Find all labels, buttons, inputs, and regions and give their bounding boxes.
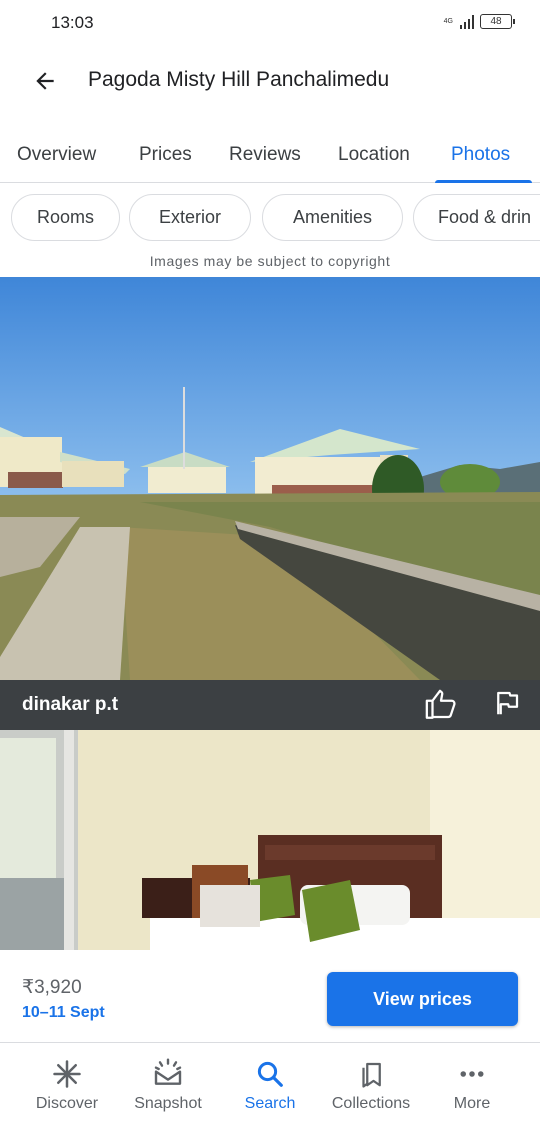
signal-icon <box>460 14 474 29</box>
chip-amenities[interactable]: Amenities <box>262 194 403 241</box>
battery-level: 48 <box>490 16 502 27</box>
exterior-photo-image <box>0 277 540 680</box>
photo-author: dinakar p.t <box>22 694 119 715</box>
chip-exterior[interactable]: Exterior <box>129 194 251 241</box>
tab-location[interactable]: Location <box>338 144 410 166</box>
more-dots-icon <box>460 1071 484 1077</box>
bookmarks-icon <box>362 1062 381 1088</box>
tab-reviews[interactable]: Reviews <box>229 144 301 166</box>
nav-snapshot[interactable]: Snapshot <box>124 1043 212 1123</box>
view-prices-button[interactable]: View prices <box>327 972 518 1026</box>
hotel-exterior-photo[interactable] <box>0 277 540 680</box>
status-icons: 4G 48 <box>443 14 515 29</box>
chip-rooms[interactable]: Rooms <box>11 194 120 241</box>
arrow-back-icon <box>36 72 54 90</box>
photo-category-chips: Rooms Exterior Amenities Food & drin <box>0 194 540 244</box>
thumb-up-icon <box>425 689 456 719</box>
back-button[interactable] <box>28 64 62 98</box>
page-title: Pagoda Misty Hill Panchalimedu <box>88 68 390 91</box>
tab-photos[interactable]: Photos <box>451 144 510 166</box>
nav-search[interactable]: Search <box>234 1043 306 1123</box>
asterisk-icon <box>53 1060 81 1088</box>
active-tab-indicator <box>435 180 532 183</box>
nav-discover-label: Discover <box>35 1095 99 1112</box>
search-icon <box>257 1061 283 1087</box>
hotel-room-photo[interactable] <box>0 730 540 950</box>
battery-icon: 48 <box>480 14 515 29</box>
photo-attribution-bar: dinakar p.t <box>0 680 540 730</box>
nav-more-label: More <box>453 1095 491 1112</box>
room-photo-image <box>0 730 540 950</box>
nav-snapshot-label: Snapshot <box>134 1095 202 1112</box>
status-bar: 13:03 4G 48 <box>0 0 540 46</box>
price-bar: ₹3,920 10–11 Sept View prices <box>0 950 540 1043</box>
chip-food-drink[interactable]: Food & drin <box>413 194 540 241</box>
nav-search-label: Search <box>244 1095 296 1112</box>
nav-more[interactable]: More <box>438 1043 506 1123</box>
flag-icon <box>497 691 519 715</box>
network-type: 4G <box>443 18 453 25</box>
like-button[interactable] <box>424 688 460 722</box>
nav-discover[interactable]: Discover <box>22 1043 112 1123</box>
bottom-navigation: Discover Snapshot Search Collections Mor… <box>0 1043 540 1123</box>
nav-collections-label: Collections <box>331 1095 411 1112</box>
tab-overview[interactable]: Overview <box>17 144 96 166</box>
snapshot-icon <box>154 1058 182 1085</box>
nightly-price: ₹3,920 <box>22 977 82 998</box>
nav-collections[interactable]: Collections <box>322 1043 420 1123</box>
report-flag-button[interactable] <box>492 688 526 722</box>
app-header: Pagoda Misty Hill Panchalimedu <box>0 46 540 116</box>
copyright-notice: Images may be subject to copyright <box>149 253 391 269</box>
tab-bar: Overview Prices Reviews Location Photos <box>0 126 540 183</box>
tab-prices[interactable]: Prices <box>139 144 192 166</box>
status-time: 13:03 <box>51 13 94 32</box>
stay-dates[interactable]: 10–11 Sept <box>22 1004 105 1022</box>
